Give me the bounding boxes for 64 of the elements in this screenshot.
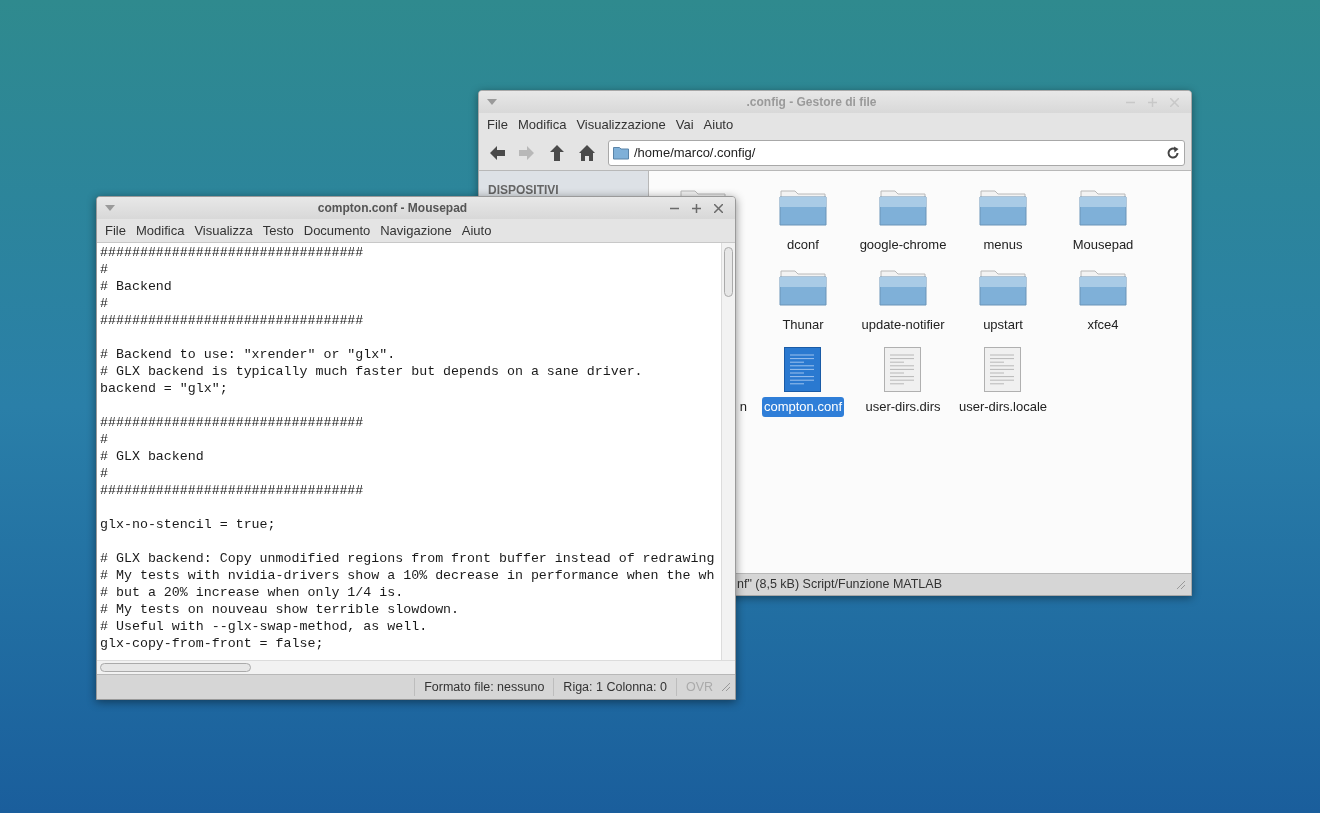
code-line: # Backend xyxy=(100,278,173,295)
code-line: # Backend to use: "xrender" or "glx". xyxy=(100,346,397,363)
home-icon[interactable] xyxy=(578,144,596,162)
document-icon xyxy=(784,347,822,393)
file-label[interactable]: dconf xyxy=(785,235,821,255)
status-text: Formato file: nessuno xyxy=(414,677,554,697)
menu-item[interactable]: Modifica xyxy=(130,220,190,241)
menu-item[interactable]: Aiuto xyxy=(456,220,497,241)
code-line: # but a 20% increase when only 1/4 is. xyxy=(100,584,405,601)
menu-item[interactable]: Navigazione xyxy=(375,220,457,241)
file-label[interactable]: xfce4 xyxy=(1085,315,1121,335)
document-icon xyxy=(984,347,1022,393)
code-line: # xyxy=(100,431,109,448)
menu-item[interactable]: Vai xyxy=(670,114,699,135)
scrollbar-thumb[interactable] xyxy=(100,663,251,672)
back-arrow-icon[interactable] xyxy=(488,144,506,162)
sidebar-heading: DISPOSITIVI xyxy=(488,182,560,199)
status-text: nf" (8,5 kB) Script/Funzione MATLAB xyxy=(737,576,943,594)
code-line: # xyxy=(100,295,109,312)
code-line: backend = "glx"; xyxy=(100,380,229,397)
file-label[interactable]: user-dirs.dirs xyxy=(863,397,943,417)
menu-item[interactable]: Aiuto xyxy=(698,114,739,135)
document-icon xyxy=(884,347,922,393)
code-line: glx-no-stencil = true; xyxy=(100,516,277,533)
code-line: ################################# xyxy=(100,414,365,431)
menu-item[interactable]: Modifica xyxy=(512,114,572,135)
menu-item[interactable]: File xyxy=(482,114,513,135)
address-field[interactable]: /home/marco/.config/ xyxy=(608,140,1185,166)
status-text: Riga: 1 Colonna: 0 xyxy=(553,677,676,697)
menu-item[interactable]: Visualizzazione xyxy=(571,114,671,135)
menu-item[interactable]: Documento xyxy=(298,220,376,241)
menu-item[interactable]: Testo xyxy=(257,220,299,241)
file-label[interactable]: n xyxy=(737,397,749,417)
window-title: .config - Gestore di file xyxy=(745,94,878,111)
file-label[interactable]: update-notifier xyxy=(859,315,947,335)
code-line: # Useful with --glx-swap-method, as well. xyxy=(100,618,429,635)
code-line: glx-copy-from-front = false; xyxy=(100,635,325,652)
code-line: # GLX backend xyxy=(100,448,205,465)
file-label[interactable]: Mousepad xyxy=(1070,235,1136,255)
file-label[interactable]: menus xyxy=(981,235,1025,255)
reload-icon[interactable] xyxy=(1166,146,1180,160)
file-label[interactable]: Thunar xyxy=(780,315,826,335)
resize-grip-icon[interactable] xyxy=(722,683,730,691)
window-menu-icon[interactable] xyxy=(105,205,115,211)
file-label[interactable]: compton.conf xyxy=(761,397,844,417)
resize-grip-icon[interactable] xyxy=(1177,580,1185,589)
up-arrow-icon[interactable] xyxy=(548,144,566,162)
file-label[interactable]: upstart xyxy=(981,315,1025,335)
code-line: # GLX backend is typically much faster but depends on a sane driver. xyxy=(100,363,644,380)
code-line: ################################# xyxy=(100,312,365,329)
menu-item[interactable]: Visualizza xyxy=(189,220,258,241)
code-line: ################################# xyxy=(100,244,365,261)
code-line: ################################# xyxy=(100,482,365,499)
code-line: # GLX backend: Copy unmodified regions from front buffer instead of redrawing xyxy=(100,550,716,567)
code-line: # xyxy=(100,261,109,278)
file-label[interactable]: google-chrome xyxy=(857,235,949,255)
code-line: # My tests with nvidia-drivers show a 10% decrease in performance when the wh xyxy=(100,567,716,584)
file-label[interactable]: user-dirs.locale xyxy=(956,397,1050,417)
window-title: compton.conf - Mousepad xyxy=(316,200,469,217)
code-line: # xyxy=(100,465,109,482)
scrollbar-thumb[interactable] xyxy=(724,247,733,297)
code-line: # My tests on nouveau show terrible slowdown. xyxy=(100,601,461,618)
menu-item[interactable]: File xyxy=(100,220,131,241)
window-menu-icon[interactable] xyxy=(487,99,497,105)
